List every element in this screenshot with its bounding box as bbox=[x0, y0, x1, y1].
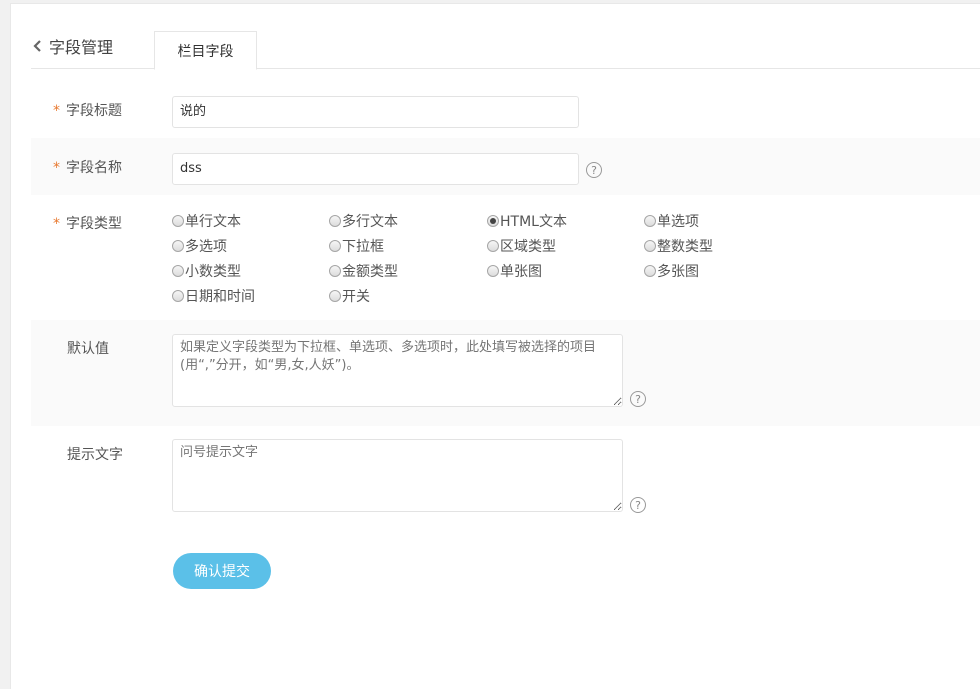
radio-circle-icon[interactable] bbox=[644, 215, 656, 227]
hint-text-textarea[interactable] bbox=[172, 439, 623, 512]
default-value-label: 默认值 bbox=[67, 341, 109, 357]
radio-option-label: 整数类型 bbox=[657, 239, 713, 255]
chevron-left-icon bbox=[33, 40, 41, 52]
default-value-textarea[interactable] bbox=[172, 334, 623, 407]
radio-option-label: 单张图 bbox=[500, 264, 542, 280]
field-type-radio-group: 单行文本 多行文本 HTML文本 单选项多选项 下拉框 区域类型 整数类型小数类型 金额类型 单… bbox=[172, 212, 812, 305]
row-field-type: * 字段类型 单行文本 多行文本 HTML文本 单选项多选项 下拉框 区域类型 整数类型小数类… bbox=[31, 195, 980, 320]
field-title-label: * 字段标题 bbox=[53, 103, 122, 119]
radio-option-label: 单行文本 bbox=[185, 214, 241, 230]
radio-circle-icon[interactable] bbox=[487, 215, 499, 227]
row-field-name: * 字段名称 dss ? bbox=[31, 138, 980, 195]
radio-option-label: 小数类型 bbox=[185, 264, 241, 280]
field-type-radio-option[interactable]: 多选项 bbox=[172, 237, 329, 255]
field-type-radio-option[interactable]: 区域类型 bbox=[487, 237, 644, 255]
row-field-title: * 字段标题 说的 bbox=[31, 81, 980, 138]
radio-option-label: 下拉框 bbox=[342, 239, 384, 255]
help-icon[interactable]: ? bbox=[630, 497, 646, 513]
field-type-radio-option[interactable]: 金额类型 bbox=[329, 262, 487, 280]
field-type-radio-option[interactable]: HTML文本 bbox=[487, 212, 644, 230]
radio-option-label: 开关 bbox=[342, 289, 370, 305]
field-type-radio-option[interactable]: 整数类型 bbox=[644, 237, 764, 255]
required-mark: * bbox=[53, 160, 60, 176]
main-panel: 字段管理 栏目字段 * 字段标题 说的 * 字段名称 dss ? * 字段类型 单行文… bbox=[10, 3, 980, 689]
radio-circle-icon[interactable] bbox=[329, 215, 341, 227]
field-type-radio-option[interactable]: 多行文本 bbox=[329, 212, 487, 230]
hint-text-label: 提示文字 bbox=[67, 447, 123, 463]
required-mark: * bbox=[53, 216, 60, 232]
help-icon[interactable]: ? bbox=[630, 391, 646, 407]
field-type-radio-option[interactable]: 多张图 bbox=[644, 262, 764, 280]
field-name-input[interactable]: dss bbox=[172, 153, 579, 185]
field-title-input[interactable]: 说的 bbox=[172, 96, 579, 128]
tab-label: 栏目字段 bbox=[177, 43, 234, 60]
radio-option-label: 金额类型 bbox=[342, 264, 398, 280]
row-hint-text: 提示文字 ? bbox=[31, 426, 980, 532]
radio-option-label: 日期和时间 bbox=[185, 289, 255, 305]
radio-circle-icon[interactable] bbox=[172, 240, 184, 252]
field-type-radio-option[interactable]: 单行文本 bbox=[172, 212, 329, 230]
help-icon[interactable]: ? bbox=[586, 162, 602, 178]
radio-option-label: 区域类型 bbox=[500, 239, 556, 255]
tab-bar: 字段管理 栏目字段 bbox=[31, 4, 980, 70]
back-link[interactable]: 字段管理 bbox=[31, 34, 113, 58]
tab-column-fields[interactable]: 栏目字段 bbox=[154, 31, 257, 70]
field-type-label: * 字段类型 bbox=[53, 216, 122, 232]
radio-option-label: 单选项 bbox=[657, 214, 699, 230]
field-type-radio-option[interactable]: 开关 bbox=[329, 287, 487, 305]
radio-circle-icon[interactable] bbox=[644, 240, 656, 252]
radio-option-label: 多选项 bbox=[185, 239, 227, 255]
row-default-value: 默认值 ? bbox=[31, 320, 980, 426]
radio-circle-icon[interactable] bbox=[644, 265, 656, 277]
radio-circle-icon[interactable] bbox=[172, 265, 184, 277]
radio-circle-icon[interactable] bbox=[329, 240, 341, 252]
field-name-label: * 字段名称 bbox=[53, 160, 122, 176]
radio-circle-icon[interactable] bbox=[487, 265, 499, 277]
field-type-radio-option[interactable]: 单选项 bbox=[644, 212, 764, 230]
radio-option-label: 多行文本 bbox=[342, 214, 398, 230]
radio-circle-icon[interactable] bbox=[329, 265, 341, 277]
field-type-radio-option[interactable]: 单张图 bbox=[487, 262, 644, 280]
radio-option-label: 多张图 bbox=[657, 264, 699, 280]
radio-circle-icon[interactable] bbox=[172, 215, 184, 227]
required-mark: * bbox=[53, 103, 60, 119]
radio-circle-icon[interactable] bbox=[329, 290, 341, 302]
field-type-radio-option[interactable]: 小数类型 bbox=[172, 262, 329, 280]
submit-button[interactable]: 确认提交 bbox=[173, 553, 271, 589]
radio-circle-icon[interactable] bbox=[172, 290, 184, 302]
field-type-radio-option[interactable]: 下拉框 bbox=[329, 237, 487, 255]
radio-option-label: HTML文本 bbox=[500, 214, 567, 230]
radio-circle-icon[interactable] bbox=[487, 240, 499, 252]
field-type-radio-option[interactable]: 日期和时间 bbox=[172, 287, 329, 305]
back-link-label: 字段管理 bbox=[49, 38, 114, 57]
